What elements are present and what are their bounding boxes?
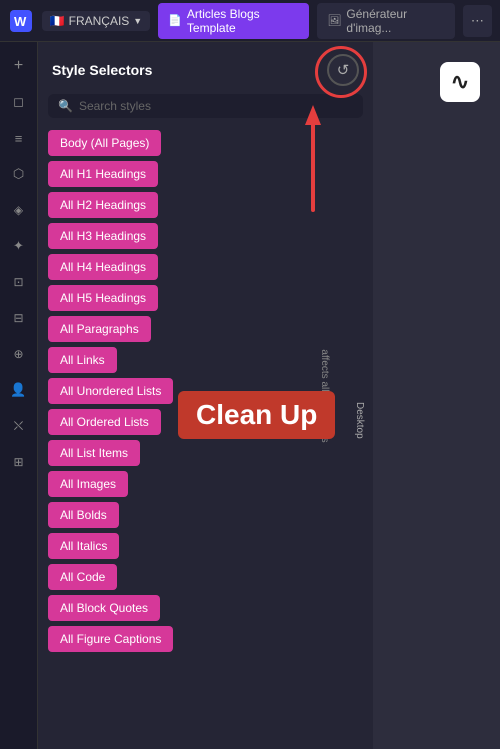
tab-articles-blogs[interactable]: 📄 Articles Blogs Template <box>158 3 309 39</box>
search-icon: 🔍 <box>58 99 73 113</box>
refresh-icon: ↺ <box>337 61 350 79</box>
style-tag-bolds[interactable]: All Bolds <box>48 502 119 528</box>
plus-icon: + <box>14 57 23 75</box>
generator-icon: 🖼 <box>327 14 341 27</box>
members-button[interactable]: 👤 <box>3 374 35 406</box>
topbar-right-button[interactable]: ⋯ <box>463 5 492 37</box>
add-button[interactable]: + <box>3 50 35 82</box>
style-tag-h4[interactable]: All H4 Headings <box>48 254 158 280</box>
cart-icon: ⛌ <box>14 418 24 434</box>
chevron-down-icon: ▼ <box>133 16 142 26</box>
menu-icon: ≡ <box>15 131 23 146</box>
ecommerce-button[interactable]: ⛌ <box>3 410 35 442</box>
style-panel-header: Style Selectors ↺ <box>38 42 373 94</box>
wv-icon: ∿ <box>451 69 469 95</box>
icon-sidebar: + ◻ ≡ ⬡ ◈ ✦ ⊡ ⊟ ⊕ 👤 ⛌ ⊞ <box>0 42 38 749</box>
content-area: ∿ <box>373 42 500 749</box>
style-tag-code[interactable]: All Code <box>48 564 117 590</box>
tab-generator[interactable]: 🖼 Générateur d'imag... <box>317 3 454 39</box>
style-tag-images[interactable]: All Images <box>48 471 128 497</box>
style-tag-blockquotes[interactable]: All Block Quotes <box>48 595 160 621</box>
webflow-logo[interactable]: W <box>8 7 34 35</box>
style-panel-title: Style Selectors <box>52 62 152 78</box>
assets-button[interactable]: ✦ <box>3 230 35 262</box>
cms-button[interactable]: ⊟ <box>3 302 35 334</box>
image-icon: ⊡ <box>13 275 23 289</box>
flag-icon: 🇫🇷 <box>50 14 65 28</box>
doc-icon: 📄 <box>168 14 182 27</box>
tab-active-label: Articles Blogs Template <box>187 7 300 35</box>
style-panel: Style Selectors ↺ 🔍 Body (All Pages) All… <box>38 42 373 749</box>
style-tag-paragraphs[interactable]: All Paragraphs <box>48 316 151 342</box>
search-input[interactable] <box>79 99 353 113</box>
language-selector[interactable]: 🇫🇷 FRANÇAIS ▼ <box>42 11 151 31</box>
logic-button[interactable]: ⊕ <box>3 338 35 370</box>
style-tag-links[interactable]: All Links <box>48 347 117 373</box>
database-icon: ⊟ <box>13 311 23 325</box>
page-icon: ◻ <box>13 94 24 110</box>
main-layout: + ◻ ≡ ⬡ ◈ ✦ ⊡ ⊟ ⊕ 👤 ⛌ ⊞ <box>0 42 500 749</box>
style-tag-italics[interactable]: All Italics <box>48 533 119 559</box>
style-tag-figure-captions[interactable]: All Figure Captions <box>48 626 173 652</box>
layers-icon: ◈ <box>14 203 23 217</box>
style-panel-action-button[interactable]: ↺ <box>327 54 359 86</box>
layers-button[interactable]: ◈ <box>3 194 35 226</box>
drops-icon: ✦ <box>13 238 24 254</box>
style-tag-h2[interactable]: All H2 Headings <box>48 192 158 218</box>
style-tag-body[interactable]: Body (All Pages) <box>48 130 161 156</box>
style-tag-h1[interactable]: All H1 Headings <box>48 161 158 187</box>
image-button[interactable]: ⊡ <box>3 266 35 298</box>
search-bar[interactable]: 🔍 <box>48 94 363 118</box>
styles-list: Body (All Pages) All H1 Headings All H2 … <box>38 126 373 749</box>
more-icon: ⋯ <box>471 13 484 29</box>
wv-logo: ∿ <box>440 62 480 102</box>
user-icon: 👤 <box>10 382 26 398</box>
style-tag-h5[interactable]: All H5 Headings <box>48 285 158 311</box>
grid-icon: ⊞ <box>13 455 23 469</box>
language-label: FRANÇAIS <box>69 14 130 28</box>
svg-text:W: W <box>14 14 27 29</box>
style-tag-ul[interactable]: All Unordered Lists <box>48 378 173 404</box>
topbar: W 🇫🇷 FRANÇAIS ▼ 📄 Articles Blogs Templat… <box>0 0 500 42</box>
cube-icon: ⬡ <box>13 166 24 182</box>
components-button[interactable]: ⬡ <box>3 158 35 190</box>
nav-button[interactable]: ≡ <box>3 122 35 154</box>
style-tag-h3[interactable]: All H3 Headings <box>48 223 158 249</box>
apps-button[interactable]: ⊞ <box>3 446 35 478</box>
style-tag-list-items[interactable]: All List Items <box>48 440 140 466</box>
style-tag-ol[interactable]: All Ordered Lists <box>48 409 161 435</box>
pages-button[interactable]: ◻ <box>3 86 35 118</box>
flow-icon: ⊕ <box>13 347 23 361</box>
tab-inactive-label: Générateur d'imag... <box>346 7 444 35</box>
